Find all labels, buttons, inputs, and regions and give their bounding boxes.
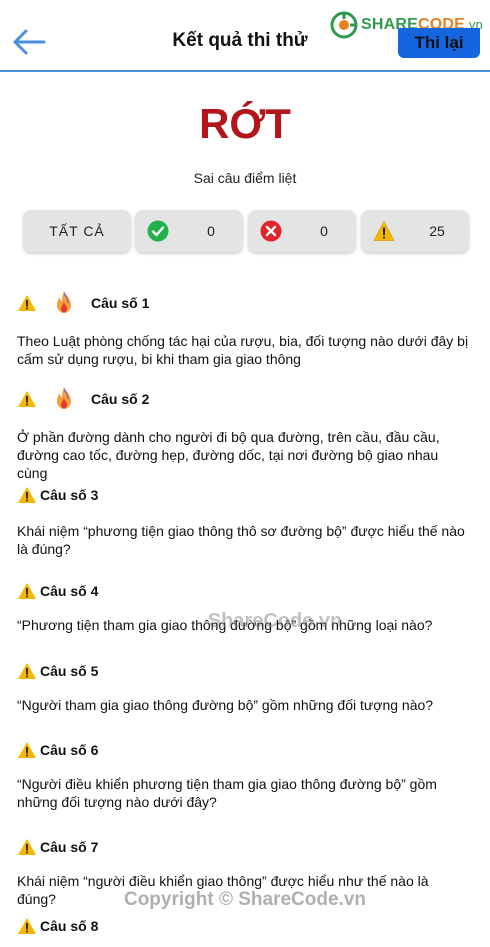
unanswered-count: 25	[429, 223, 445, 239]
question-text: Khái niệm “phương tiện giao thông thô sơ…	[17, 523, 465, 557]
wrong-count: 0	[320, 223, 328, 239]
result-reason: Sai câu điểm liệt	[193, 170, 297, 186]
question-header: Câu số 8	[17, 911, 98, 941]
question-text: Ở phần đường dành cho người đi bộ qua đư…	[17, 429, 440, 481]
x-circle-icon	[260, 220, 282, 242]
warning-icon	[18, 391, 36, 407]
retry-button[interactable]: Thi lại	[398, 28, 480, 58]
logo-mark-icon	[330, 11, 358, 39]
question-header: Câu số 4	[17, 576, 98, 606]
question-header: Câu số 3	[17, 480, 98, 510]
question-title: Câu số 8	[40, 918, 99, 934]
filter-wrong-button[interactable]: 0	[248, 210, 356, 252]
question-header: Câu số 5	[17, 656, 98, 686]
correct-count: 0	[207, 223, 215, 239]
app-bar: Kết quả thi thử SHARECODE.vn Thi lại	[0, 0, 490, 72]
warning-icon	[18, 839, 36, 855]
question-header: Câu số 2	[17, 384, 149, 414]
question-title: Câu số 2	[91, 391, 150, 407]
question-header: Câu số 7	[17, 832, 98, 862]
question-text: “Phương tiện tham gia giao thông đường b…	[17, 617, 433, 633]
question-title: Câu số 1	[91, 295, 150, 311]
question-text: “Người tham gia giao thông đường bộ” gồm…	[17, 697, 434, 713]
question-header: Câu số 1	[17, 288, 149, 318]
filter-all-button[interactable]: TẤT CẢ	[23, 210, 131, 252]
question-title: Câu số 5	[40, 663, 99, 679]
filter-bar: TẤT CẢ 0 0 25	[23, 210, 469, 252]
question-text: Theo Luật phòng chống tác hại của rượu, …	[17, 333, 469, 367]
question-title: Câu số 6	[40, 742, 99, 758]
filter-unanswered-button[interactable]: 25	[361, 210, 469, 252]
result-status: RỚT	[199, 100, 291, 147]
question-text: “Người điều khiển phương tiện tham gia g…	[17, 776, 437, 810]
fire-icon	[57, 291, 71, 313]
question-text: Khái niệm “người điều khiển giao thông” …	[17, 873, 429, 907]
question-title: Câu số 4	[40, 583, 99, 599]
warning-icon	[18, 742, 36, 758]
fire-icon	[57, 387, 71, 409]
warning-icon	[373, 221, 395, 241]
warning-icon	[18, 663, 36, 679]
filter-all-label: TẤT CẢ	[49, 223, 105, 239]
warning-icon	[18, 295, 36, 311]
question-header: Câu số 6	[17, 735, 98, 765]
filter-correct-button[interactable]: 0	[135, 210, 243, 252]
warning-icon	[18, 583, 36, 599]
question-title: Câu số 3	[40, 487, 99, 503]
check-circle-icon	[147, 220, 169, 242]
warning-icon	[18, 487, 36, 503]
warning-icon	[18, 918, 36, 934]
question-title: Câu số 7	[40, 839, 99, 855]
